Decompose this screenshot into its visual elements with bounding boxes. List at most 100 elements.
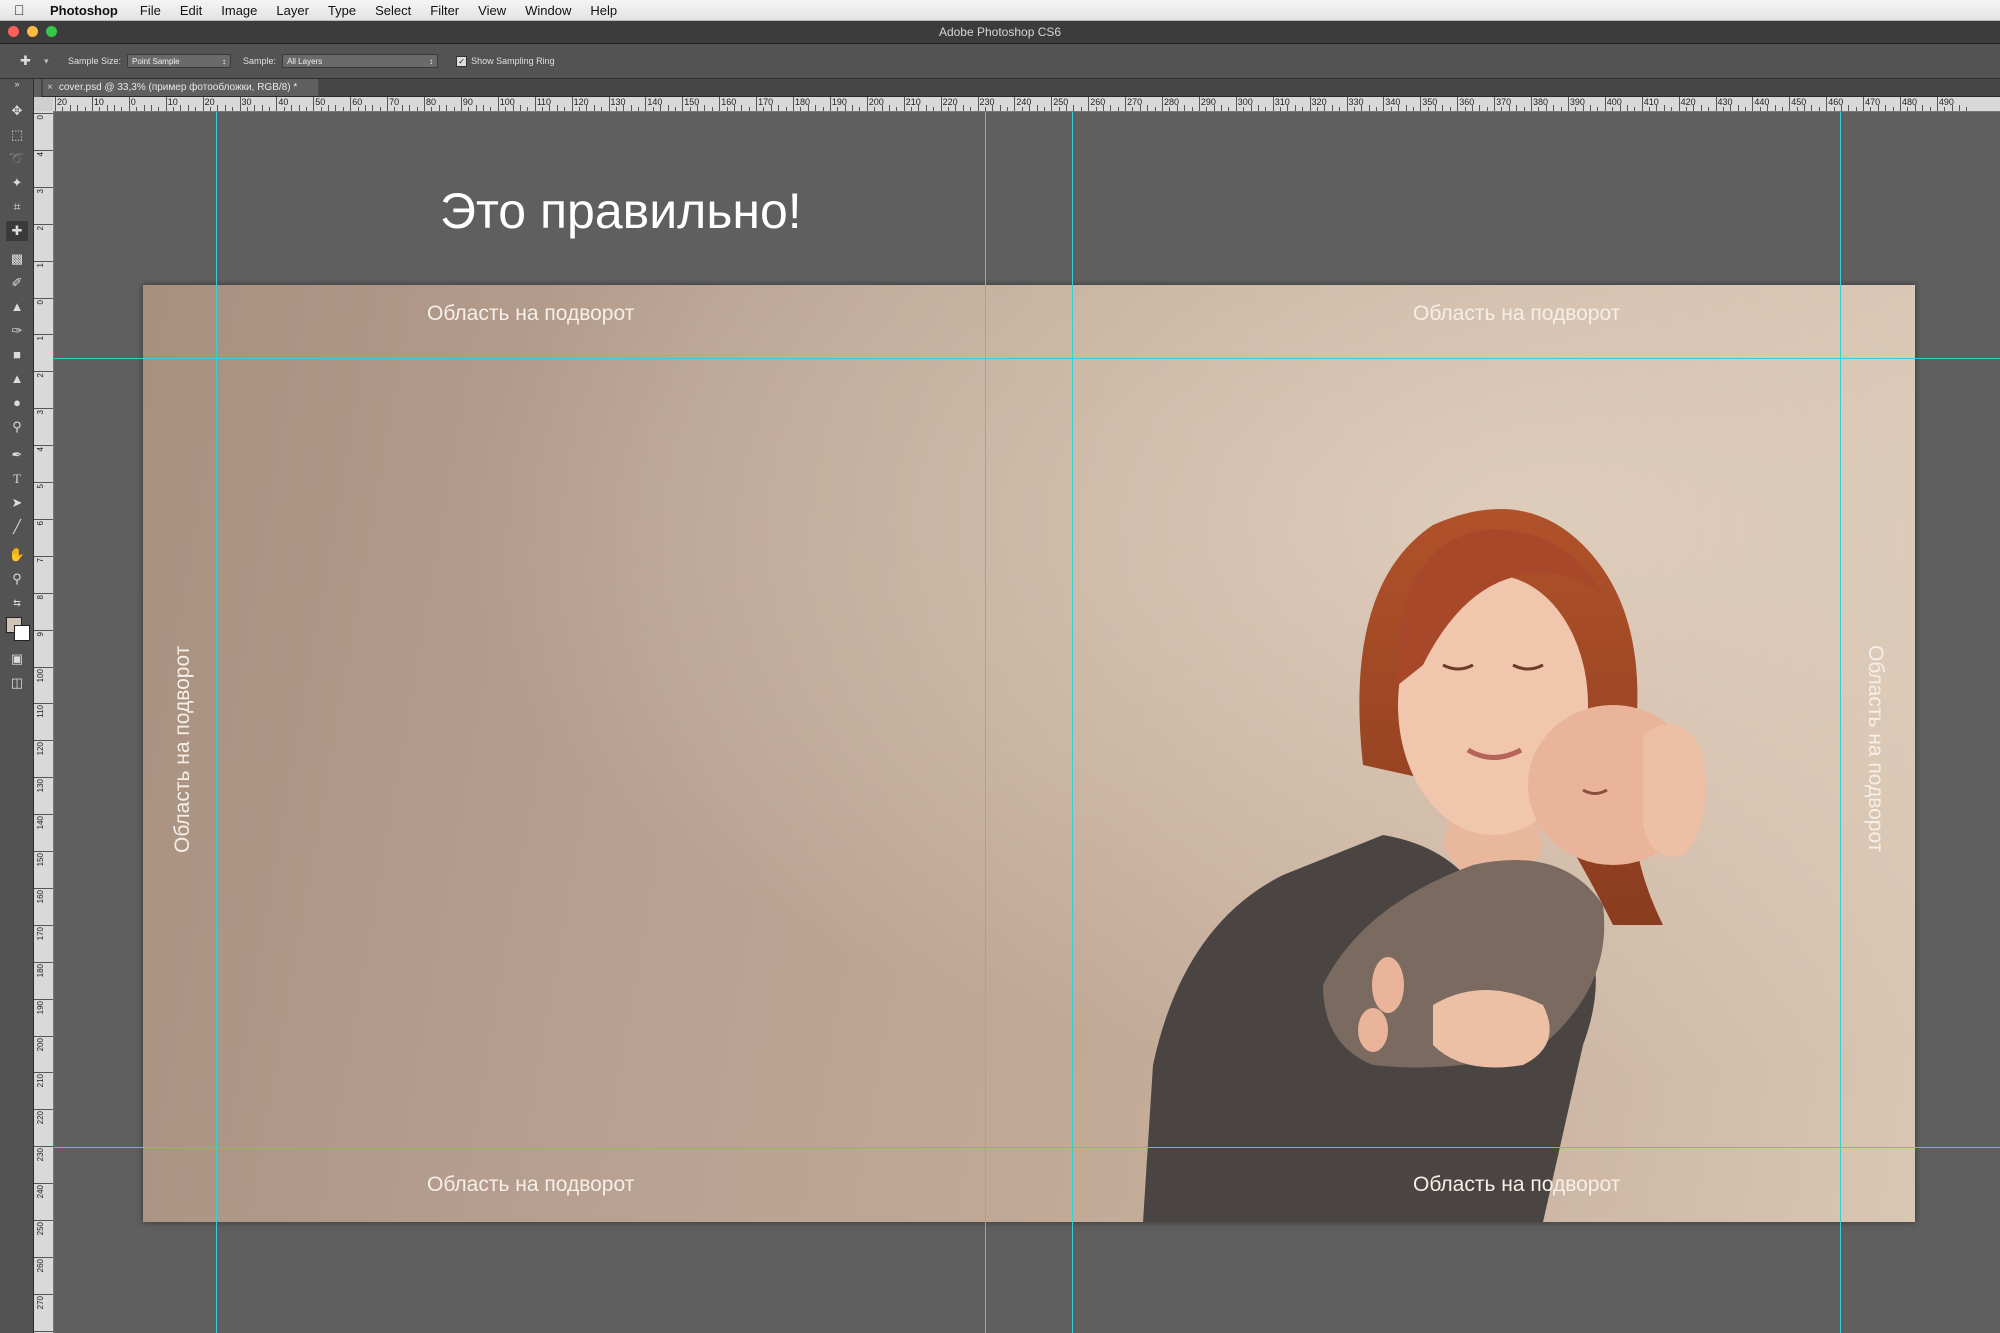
ruler-tick	[984, 107, 986, 111]
ruler-label: 240	[36, 1185, 45, 1199]
ruler-tick	[1811, 105, 1813, 111]
menu-file[interactable]: File	[140, 3, 161, 18]
collapse-panel-icon[interactable]: »	[6, 79, 28, 91]
screen-mode-icon[interactable]: ◫	[6, 673, 28, 693]
menu-filter[interactable]: Filter	[430, 3, 459, 18]
menu-view[interactable]: View	[478, 3, 506, 18]
eraser-tool-icon[interactable]: ■	[6, 345, 28, 365]
ruler-tick	[1892, 107, 1894, 111]
crop-tool-icon[interactable]: ⌗	[6, 197, 28, 217]
ruler-tick	[763, 107, 765, 111]
ruler-label: 270	[36, 1295, 45, 1310]
background-color-swatch[interactable]	[14, 625, 30, 641]
ruler-tick	[1368, 105, 1370, 111]
ruler-tick	[276, 97, 278, 111]
ruler-tick	[940, 97, 942, 111]
dodge-tool-icon[interactable]: ⚲	[6, 417, 28, 437]
lasso-tool-icon[interactable]: ➰	[6, 149, 28, 169]
sample-size-select[interactable]: Point Sample ↕	[127, 54, 232, 68]
line-tool-icon[interactable]: ╱	[6, 517, 28, 537]
preset-chevron-icon[interactable]: ▾	[44, 56, 52, 67]
window-title-bar: Adobe Photoshop CS6	[0, 21, 2000, 44]
ruler-tick	[1206, 107, 1208, 111]
ruler-tick	[195, 107, 197, 111]
zoom-tool-icon[interactable]: ⚲	[6, 569, 28, 589]
menu-select[interactable]: Select	[375, 3, 411, 18]
ruler-tick	[34, 851, 53, 852]
menu-type[interactable]: Type	[328, 3, 356, 18]
ruler-tick	[534, 97, 536, 111]
ruler-tick	[1235, 97, 1237, 111]
ruler-tick	[269, 107, 271, 111]
ruler-label: 3	[36, 410, 45, 415]
clone-stamp-tool-icon[interactable]: ▲	[6, 297, 28, 317]
menu-image[interactable]: Image	[221, 3, 257, 18]
wrap-area-label-bottom-right: Область на подворот	[1413, 1173, 1621, 1196]
ruler-tick	[1626, 105, 1628, 111]
blur-tool-icon[interactable]: ●	[6, 393, 28, 413]
zoom-window-button[interactable]	[46, 26, 57, 37]
ruler-tick	[342, 107, 344, 111]
eyedropper-preset-icon[interactable]: ✚	[20, 53, 44, 69]
horizontal-ruler[interactable]: 20 10 0 10 20 30 40 50 60 70 80 90 100 110 120 130 140 15…	[53, 97, 2000, 112]
ruler-tick	[1471, 105, 1473, 111]
guide-vertical[interactable]	[1072, 112, 1073, 1333]
ruler-tick	[1604, 97, 1606, 111]
page-heading: Это правильно!	[440, 183, 802, 239]
minimize-window-button[interactable]	[27, 26, 38, 37]
sample-label: Sample:	[243, 56, 277, 66]
ruler-tick	[962, 105, 964, 111]
paint-bucket-tool-icon[interactable]: ▲	[6, 369, 28, 389]
history-brush-tool-icon[interactable]: ✑	[6, 321, 28, 341]
vertical-ruler[interactable]: 0 4 3 2 1 0 1 2 3 4 5 6 7 8 9 100 110 120 130 140 150 160 170 1…	[34, 111, 54, 1333]
close-tab-icon[interactable]: ×	[47, 82, 53, 93]
show-sampling-ring-checkbox[interactable]: ✓	[456, 55, 468, 67]
photobook-cover[interactable]: Область на подворот Область на подворот …	[143, 285, 1915, 1222]
menu-layer[interactable]: Layer	[276, 3, 309, 18]
ruler-label: 150	[36, 853, 45, 867]
ruler-tick	[1619, 105, 1621, 111]
ruler-tick	[1708, 107, 1710, 111]
marquee-tool-icon[interactable]: ⬚	[6, 125, 28, 145]
ruler-tick	[1789, 97, 1791, 111]
ruler-tick	[1198, 97, 1200, 111]
ruler-origin[interactable]	[34, 97, 54, 112]
ruler-tick	[1545, 105, 1547, 111]
guide-vertical[interactable]	[985, 112, 986, 1333]
magic-wand-tool-icon[interactable]: ✦	[6, 173, 28, 193]
guide-horizontal[interactable]	[54, 358, 2000, 359]
ruler-tick	[1486, 107, 1488, 111]
quick-mask-icon[interactable]: ▣	[6, 649, 28, 669]
ruler-label: 90	[462, 97, 473, 107]
ruler-label: 180	[36, 963, 45, 978]
ruler-tick	[793, 97, 794, 111]
ruler-tick	[815, 105, 817, 111]
ruler-tick	[674, 107, 676, 111]
ruler-tick	[1715, 97, 1717, 111]
close-window-button[interactable]	[8, 26, 19, 37]
sample-select[interactable]: All Layers ↕	[282, 54, 439, 68]
type-tool-icon[interactable]: T	[6, 469, 28, 489]
hand-tool-icon[interactable]: ✋	[6, 545, 28, 565]
apple-icon[interactable]: 	[14, 2, 40, 18]
guide-horizontal[interactable]	[54, 1147, 2000, 1148]
menu-app-name[interactable]: Photoshop	[50, 3, 118, 18]
swap-colors-icon[interactable]: ⇆	[6, 593, 28, 613]
path-selection-tool-icon[interactable]: ➤	[6, 493, 28, 513]
menu-edit[interactable]: Edit	[180, 3, 202, 18]
menu-help[interactable]: Help	[590, 3, 617, 18]
menu-window[interactable]: Window	[525, 3, 571, 18]
document-tab[interactable]: × cover.psd @ 33,3% (пример фотообложки,…	[43, 79, 318, 96]
ruler-tick	[1250, 105, 1252, 111]
move-tool-icon[interactable]: ✥	[6, 101, 28, 121]
ruler-tick	[1907, 107, 1909, 111]
ruler-tick	[1265, 107, 1267, 111]
ruler-tick	[136, 107, 138, 111]
eyedropper-tool-icon[interactable]: ✚	[6, 221, 28, 241]
document-canvas[interactable]: Это правильно! Область на подворот Облас…	[54, 112, 2000, 1333]
guide-vertical[interactable]	[1840, 112, 1841, 1333]
healing-brush-tool-icon[interactable]: ▩	[6, 249, 28, 269]
brush-tool-icon[interactable]: ✐	[6, 273, 28, 293]
pen-tool-icon[interactable]: ✒	[6, 445, 28, 465]
guide-vertical[interactable]	[216, 112, 217, 1333]
